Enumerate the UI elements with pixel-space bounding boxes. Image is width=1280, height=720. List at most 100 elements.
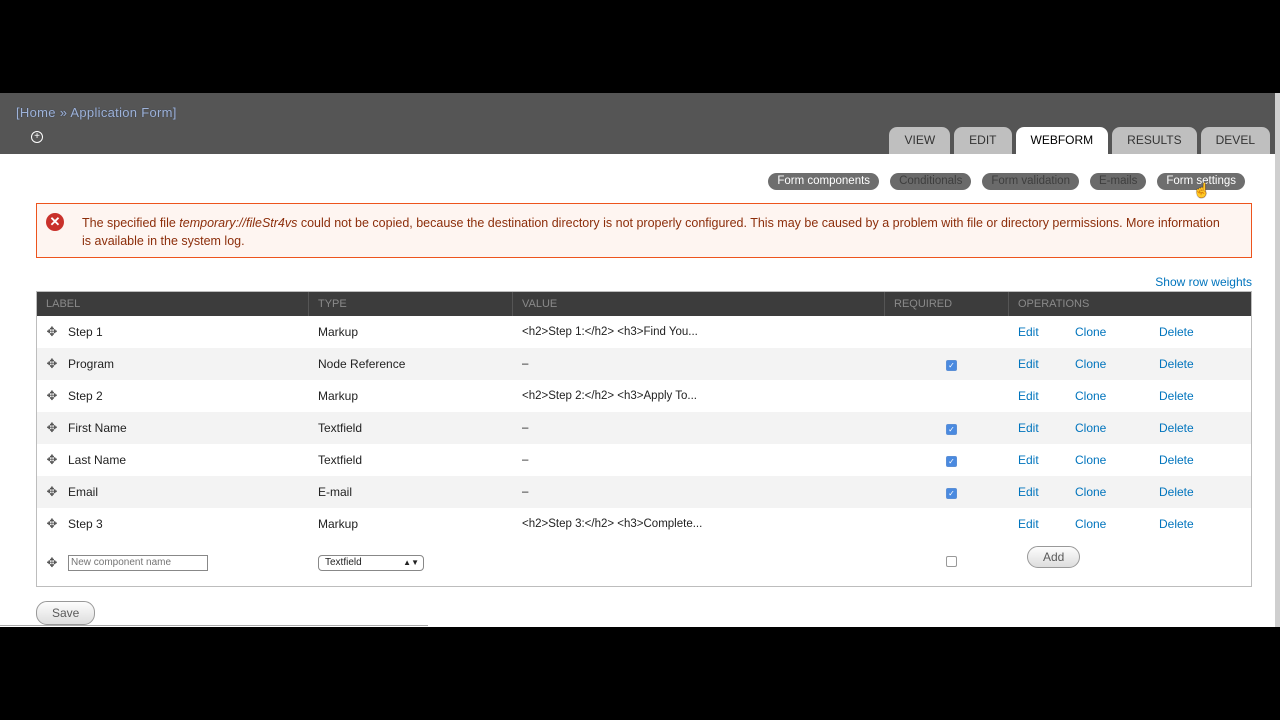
subtab-form-validation[interactable]: Form validation	[982, 173, 1079, 190]
show-row-weights-link[interactable]: Show row weights	[1155, 275, 1252, 289]
operations-cell: Edit Clone Delete	[1009, 325, 1251, 339]
component-label: Step 2	[68, 389, 103, 403]
edit-link[interactable]: Edit	[1018, 421, 1075, 435]
drag-handle-icon[interactable]: ✥	[46, 485, 58, 498]
delete-link[interactable]: Delete	[1159, 453, 1194, 467]
edit-link[interactable]: Edit	[1018, 325, 1075, 339]
component-value: –	[522, 454, 529, 466]
clone-link[interactable]: Clone	[1075, 485, 1159, 499]
delete-link[interactable]: Delete	[1159, 421, 1194, 435]
component-label: Program	[68, 357, 115, 371]
delete-link[interactable]: Delete	[1159, 517, 1194, 531]
table-row: ✥ Step 2 Markup <h2>Step 2:</h2> <h3>Apply …	[37, 380, 1251, 412]
header-required: REQUIRED	[885, 292, 1009, 316]
operations-cell: Edit Clone Delete	[1009, 485, 1251, 499]
drag-handle-icon[interactable]: ✥	[46, 453, 58, 466]
delete-link[interactable]: Delete	[1159, 357, 1194, 371]
label-cell: ✥ Step 3	[37, 517, 309, 531]
header-type: TYPE	[309, 292, 513, 316]
clone-link[interactable]: Clone	[1075, 389, 1159, 403]
component-value: <h2>Step 3:</h2> <h3>Complete...	[522, 518, 703, 530]
table-row: ✥ Email E-mail – ✓ Edit Clone Delete	[37, 476, 1251, 508]
add-button[interactable]: Add	[1027, 546, 1081, 568]
edit-link[interactable]: Edit	[1018, 485, 1075, 499]
save-button[interactable]: Save	[36, 601, 96, 625]
primary-tabs: VIEW EDIT WEBFORM RESULTS DEVEL	[889, 127, 1270, 154]
component-label: Last Name	[68, 453, 127, 467]
header-value: VALUE	[513, 292, 885, 316]
required-cell: ✓	[885, 421, 1009, 435]
drag-handle-icon[interactable]: ✥	[46, 389, 58, 402]
drag-handle-icon[interactable]: ✥	[46, 357, 58, 370]
operations-cell: Edit Clone Delete	[1009, 421, 1251, 435]
clone-link[interactable]: Clone	[1075, 325, 1159, 339]
page-title: [Home » Application Form]	[16, 105, 177, 120]
new-required-cell	[885, 556, 1009, 570]
clone-link[interactable]: Clone	[1075, 453, 1159, 467]
component-label: First Name	[68, 421, 127, 435]
delete-link[interactable]: Delete	[1159, 389, 1194, 403]
edit-link[interactable]: Edit	[1018, 517, 1075, 531]
table-header: LABEL TYPE VALUE REQUIRED OPERATIONS	[37, 292, 1251, 316]
component-label: Step 3	[68, 517, 103, 531]
required-checkbox[interactable]	[946, 556, 957, 567]
delete-link[interactable]: Delete	[1159, 485, 1194, 499]
error-message: ✕ The specified file temporary://fileStr…	[36, 203, 1252, 258]
component-type: Markup	[318, 517, 359, 531]
table-row: ✥ Program Node Reference – ✓ Edit Clone Delete	[37, 348, 1251, 380]
subtab-conditionals[interactable]: Conditionals	[890, 173, 972, 190]
select-value: Textfield	[325, 557, 362, 568]
component-value: –	[522, 358, 529, 370]
edit-link[interactable]: Edit	[1018, 389, 1075, 403]
edit-link[interactable]: Edit	[1018, 453, 1075, 467]
component-value: <h2>Step 2:</h2> <h3>Apply To...	[522, 390, 697, 402]
tab-results[interactable]: RESULTS	[1112, 127, 1197, 154]
label-cell: ✥ Program	[37, 357, 309, 371]
browser-viewport: [Home » Application Form] + VIEW EDIT WE…	[0, 93, 1280, 627]
clone-link[interactable]: Clone	[1075, 421, 1159, 435]
error-x-icon: ✕	[46, 213, 64, 231]
label-cell: ✥ Last Name	[37, 453, 309, 467]
scrollbar-track	[0, 625, 428, 626]
component-value: –	[522, 486, 529, 498]
tab-devel[interactable]: DEVEL	[1200, 127, 1270, 154]
component-type-select[interactable]: Textfield ▲▼	[318, 555, 424, 571]
component-type: Textfield	[318, 453, 363, 467]
clone-link[interactable]: Clone	[1075, 517, 1159, 531]
plus-circle-icon[interactable]: +	[31, 131, 43, 143]
component-type: E-mail	[318, 485, 353, 499]
new-component-name-input[interactable]	[68, 555, 208, 571]
tab-edit[interactable]: EDIT	[954, 127, 1012, 154]
drag-handle-icon[interactable]: ✥	[46, 517, 58, 530]
drag-handle-icon[interactable]: ✥	[46, 421, 58, 434]
subtab-form-components[interactable]: Form components	[768, 173, 880, 190]
component-type: Textfield	[318, 421, 363, 435]
components-table: LABEL TYPE VALUE REQUIRED OPERATIONS ✥ St…	[36, 291, 1252, 587]
required-checkbox[interactable]: ✓	[946, 360, 957, 371]
table-row: ✥ First Name Textfield – ✓ Edit Clone Delete	[37, 412, 1251, 444]
tab-view[interactable]: VIEW	[889, 127, 951, 154]
clone-link[interactable]: Clone	[1075, 357, 1159, 371]
component-label: Step 1	[68, 325, 103, 339]
delete-link[interactable]: Delete	[1159, 325, 1194, 339]
operations-cell: Edit Clone Delete	[1009, 357, 1251, 371]
component-value: –	[522, 422, 529, 434]
new-type-cell: Textfield ▲▼	[309, 555, 513, 571]
error-text: The specified file temporary://fileStr4v…	[82, 214, 1232, 250]
table-body: ✥ Step 1 Markup <h2>Step 1:</h2> <h3>Find Y…	[37, 316, 1251, 540]
drag-handle-icon[interactable]: ✥	[46, 556, 58, 569]
required-checkbox[interactable]: ✓	[946, 456, 957, 467]
edit-link[interactable]: Edit	[1018, 357, 1075, 371]
tab-webform[interactable]: WEBFORM	[1015, 127, 1109, 154]
error-file-path: temporary://fileStr4vs	[179, 216, 298, 230]
required-checkbox[interactable]: ✓	[946, 424, 957, 435]
component-type: Markup	[318, 389, 359, 403]
required-cell: ✓	[885, 357, 1009, 371]
required-checkbox[interactable]: ✓	[946, 488, 957, 499]
subtab-emails[interactable]: E-mails	[1089, 173, 1147, 190]
required-cell: ✓	[885, 485, 1009, 499]
hand-cursor-icon: ☝	[1193, 182, 1211, 198]
drag-handle-icon[interactable]: ✥	[46, 325, 58, 338]
new-label-cell: ✥	[37, 555, 309, 571]
new-ops-cell: Add	[1009, 546, 1251, 568]
